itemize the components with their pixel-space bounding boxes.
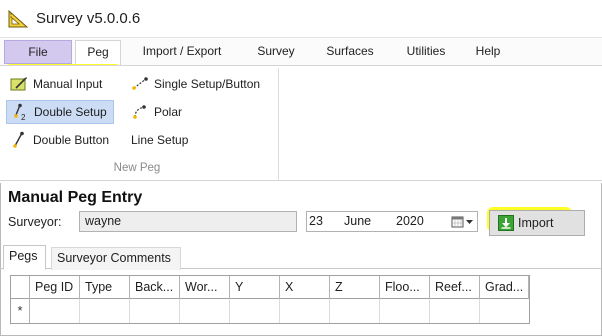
column-header[interactable]: Back... — [130, 276, 180, 299]
pegs-grid[interactable]: Peg ID Type Back... Wor... Y X Z Floo...… — [10, 275, 530, 324]
grid-cell[interactable] — [180, 299, 230, 323]
new-row-marker: * — [11, 299, 30, 323]
tab-surfaces[interactable]: Surfaces — [316, 40, 384, 65]
tab-pegs[interactable]: Pegs — [3, 245, 46, 270]
panel-title: Manual Peg Entry — [8, 189, 143, 206]
grid-cell[interactable] — [30, 299, 80, 323]
single-setup-icon — [132, 77, 148, 90]
double-button-button[interactable]: Double Button — [6, 128, 115, 152]
manual-input-button[interactable]: Manual Input — [6, 72, 108, 96]
menu-bar: File Peg Import / Export Survey Surfaces… — [0, 38, 602, 65]
double-button-label: Double Button — [33, 133, 110, 147]
grid-header: Peg ID Type Back... Wor... Y X Z Floo...… — [11, 276, 529, 299]
column-header[interactable]: Reef... — [430, 276, 480, 299]
column-header[interactable]: Z — [330, 276, 380, 299]
grid-cell[interactable] — [80, 299, 130, 323]
grid-cell[interactable] — [130, 299, 180, 323]
import-button[interactable]: Import — [489, 210, 585, 236]
svg-text:2: 2 — [21, 113, 26, 121]
single-setup-button[interactable]: Single Setup/Button — [127, 72, 266, 96]
date-year[interactable]: 2020 — [396, 214, 424, 228]
line-setup-label: Line Setup — [131, 133, 189, 147]
grid-cell[interactable] — [330, 299, 380, 323]
double-setup-button[interactable]: 2 Double Setup — [6, 100, 114, 124]
chevron-down-icon — [465, 220, 473, 224]
column-header[interactable]: Grad... — [480, 276, 529, 299]
import-label: Import — [518, 216, 554, 230]
single-setup-label: Single Setup/Button — [154, 77, 261, 91]
tab-help[interactable]: Help — [468, 40, 508, 65]
grid-corner-cell — [11, 276, 30, 299]
tab-import-export[interactable]: Import / Export — [130, 40, 234, 65]
grid-cell[interactable] — [230, 299, 280, 323]
double-setup-icon: 2 — [14, 103, 26, 121]
file-menu-tab[interactable]: File — [4, 40, 72, 64]
manual-input-label: Manual Input — [33, 77, 103, 91]
tab-strip: Pegs Surveyor Comments — [0, 245, 602, 270]
double-button-icon — [13, 131, 24, 148]
calendar-dropdown-button[interactable] — [449, 213, 475, 230]
column-header[interactable]: Type — [80, 276, 130, 299]
column-header[interactable]: X — [280, 276, 330, 299]
surveyor-label: Surveyor: — [8, 215, 62, 229]
title-bar: Survey v5.0.0.6 — [0, 0, 602, 38]
import-arrow-icon — [498, 215, 514, 231]
grid-cell[interactable] — [480, 299, 529, 323]
column-header[interactable]: Floo... — [380, 276, 430, 299]
tab-utilities[interactable]: Utilities — [396, 40, 456, 65]
tab-surveyor-comments[interactable]: Surveyor Comments — [51, 247, 181, 270]
column-header[interactable]: Wor... — [180, 276, 230, 299]
polar-button[interactable]: Polar — [127, 100, 188, 124]
column-header[interactable]: Peg ID — [30, 276, 80, 299]
date-month[interactable]: June — [344, 214, 371, 228]
ribbon-group-new-peg: Manual Input 2 Double Setup Double Butto… — [2, 68, 279, 180]
date-picker[interactable]: 23 June 2020 — [306, 211, 478, 232]
ribbon: Manual Input 2 Double Setup Double Butto… — [0, 65, 602, 181]
grid-cell[interactable] — [380, 299, 430, 323]
double-setup-label: Double Setup — [34, 105, 107, 119]
tab-peg[interactable]: Peg — [75, 40, 121, 65]
tab-survey[interactable]: Survey — [248, 40, 304, 65]
polar-icon — [133, 105, 146, 119]
set-square-app-icon — [8, 10, 28, 28]
calendar-icon — [451, 216, 463, 227]
date-day[interactable]: 23 — [309, 214, 323, 228]
window-title: Survey v5.0.0.6 — [36, 10, 141, 27]
grid-cell[interactable] — [430, 299, 480, 323]
line-setup-button[interactable]: Line Setup — [127, 128, 194, 152]
table-row[interactable]: * — [11, 299, 529, 323]
manual-input-icon — [10, 77, 27, 91]
ribbon-group-label: New Peg — [113, 162, 161, 174]
grid-cell[interactable] — [280, 299, 330, 323]
column-header[interactable]: Y — [230, 276, 280, 299]
surveyor-field[interactable]: wayne — [79, 211, 297, 232]
polar-label: Polar — [154, 105, 183, 119]
